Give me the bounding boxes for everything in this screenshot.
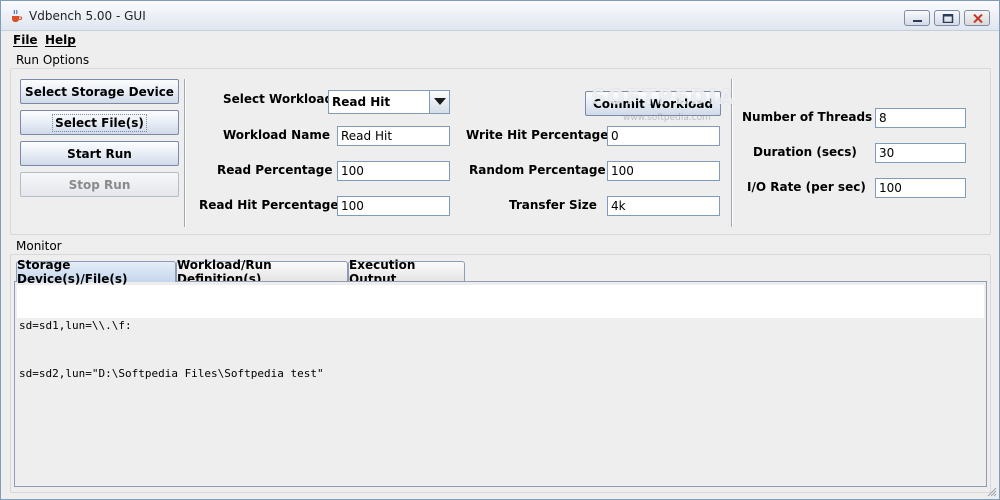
- storage-line: sd=sd1,lun=\\.\f:: [19, 319, 132, 332]
- stop-run-button[interactable]: Stop Run: [20, 172, 179, 197]
- java-cup-icon: [12, 9, 23, 22]
- storage-line: sd=sd2,lun="D:\Softpedia Files\Softpedia…: [19, 367, 324, 380]
- random-percentage-label: Random Percentage: [469, 163, 606, 177]
- menu-bar: File Help: [1, 31, 999, 51]
- write-hit-percentage-label: Write Hit Percentage: [466, 128, 609, 142]
- stop-run-label: Stop Run: [68, 177, 131, 192]
- read-percentage-field[interactable]: 100: [337, 161, 450, 181]
- tab-workload-run-definitions[interactable]: Workload/Run Definition(s): [176, 258, 348, 286]
- menu-help-mnemonic: H: [45, 33, 56, 47]
- select-workload-combo[interactable]: Read Hit: [328, 90, 450, 114]
- commit-workload-label: Commit Workload: [592, 96, 714, 111]
- select-storage-device-label: Select Storage Device: [25, 84, 174, 99]
- maximize-icon: [942, 14, 954, 23]
- maximize-button[interactable]: [934, 10, 960, 26]
- title-bar[interactable]: Vdbench 5.00 - GUI: [1, 1, 999, 31]
- storage-definitions-textarea[interactable]: sd=sd1,lun=\\.\f: sd=sd2,lun="D:\Softped…: [17, 285, 984, 380]
- random-percentage-field[interactable]: 100: [607, 161, 720, 181]
- menu-help-label: elp: [55, 33, 76, 47]
- duration-label: Duration (secs): [753, 145, 857, 159]
- duration-field[interactable]: 30: [875, 143, 966, 163]
- io-rate-label: I/O Rate (per sec): [747, 180, 866, 194]
- tab-storage-devices[interactable]: Storage Device(s)/File(s): [16, 258, 176, 286]
- resize-grip-icon[interactable]: [987, 487, 997, 497]
- left-separator: [184, 79, 186, 227]
- start-run-label: Start Run: [67, 146, 132, 161]
- read-percentage-label: Read Percentage: [217, 163, 333, 177]
- transfer-size-field[interactable]: 4k: [607, 196, 720, 216]
- chevron-down-icon: [434, 98, 446, 105]
- commit-workload-button[interactable]: Commit Workload: [585, 91, 721, 116]
- io-rate-field[interactable]: 100: [875, 178, 966, 198]
- run-options-title: Run Options: [16, 53, 90, 67]
- minimize-button[interactable]: [904, 10, 930, 26]
- menu-help[interactable]: Help: [45, 33, 76, 47]
- select-files-button[interactable]: Select File(s): [20, 110, 179, 135]
- select-workload-value: Read Hit: [332, 95, 391, 109]
- read-hit-percentage-label: Read Hit Percentage: [199, 198, 339, 212]
- menu-file-label: ile: [21, 33, 38, 47]
- workload-name-label: Workload Name: [223, 128, 330, 142]
- combo-dropdown-button[interactable]: [429, 91, 449, 113]
- number-of-threads-field[interactable]: 8: [875, 108, 966, 128]
- select-storage-device-button[interactable]: Select Storage Device: [20, 79, 179, 104]
- right-separator: [731, 79, 733, 227]
- tab-panel: sd=sd1,lun=\\.\f: sd=sd2,lun="D:\Softped…: [14, 281, 987, 487]
- tab-execution-output[interactable]: Execution Output: [348, 258, 465, 286]
- monitor-title: Monitor: [16, 239, 62, 253]
- select-workload-label: Select Workload: [223, 92, 334, 106]
- select-files-label: Select File(s): [52, 113, 147, 132]
- app-window: Vdbench 5.00 - GUI File Help Run Options…: [0, 0, 1000, 500]
- transfer-size-label: Transfer Size: [509, 198, 597, 212]
- close-button[interactable]: [964, 10, 990, 26]
- start-run-button[interactable]: Start Run: [20, 141, 179, 166]
- read-hit-percentage-field[interactable]: 100: [337, 196, 450, 216]
- window-title: Vdbench 5.00 - GUI: [29, 9, 146, 23]
- close-icon: [973, 14, 983, 23]
- minimize-icon: [913, 20, 922, 22]
- menu-file[interactable]: File: [13, 33, 38, 47]
- number-of-threads-label: Number of Threads: [742, 110, 873, 124]
- menu-file-mnemonic: F: [13, 33, 22, 47]
- workload-name-field[interactable]: Read Hit: [337, 126, 450, 146]
- write-hit-percentage-field[interactable]: 0: [607, 126, 720, 146]
